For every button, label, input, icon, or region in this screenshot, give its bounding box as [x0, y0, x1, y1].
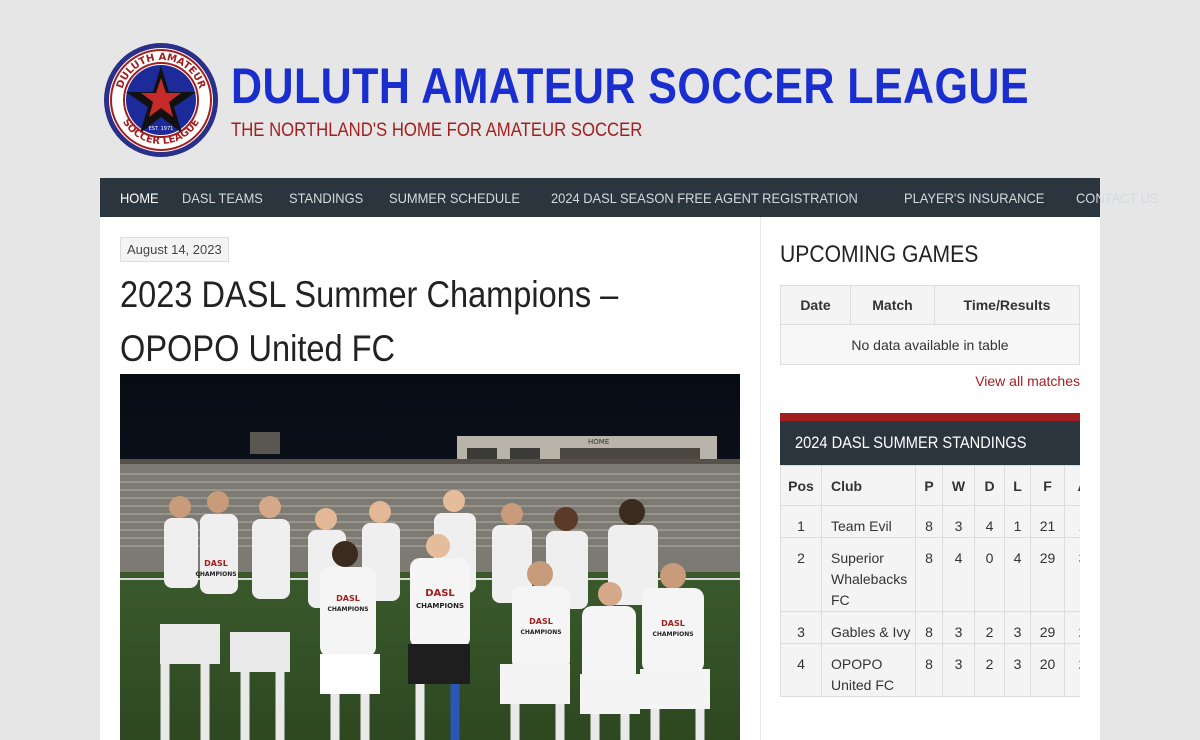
standings-cell: 2: [1064, 611, 1080, 644]
standings-col-club[interactable]: Club: [821, 465, 916, 506]
nav-item-dasl-teams[interactable]: DASL TEAMS: [182, 190, 263, 206]
standings-cell: 3: [942, 643, 975, 697]
standings-cell: 3: [942, 611, 975, 644]
shirt-badge-2: DASL: [336, 594, 360, 603]
standings-table: PosClubPWDLFA 1Team Evil83412112Superior…: [780, 465, 1080, 697]
standings-cell: 1: [1064, 505, 1080, 538]
post-date: August 14, 2023: [120, 237, 229, 262]
upcoming-games-table: Date Match Time/Results No data availabl…: [780, 285, 1080, 365]
standings-title: 2024 DASL SUMMER STANDINGS: [795, 433, 1027, 452]
post-image[interactable]: HOME DASL CHAMPIONS DASL CHAMPIONS DASL …: [120, 374, 740, 740]
view-all-matches-link[interactable]: View all matches: [780, 373, 1080, 389]
standings-cell: 4: [942, 537, 975, 612]
standings-cell: 2: [974, 611, 1005, 644]
standings-cell: 3: [1004, 643, 1031, 697]
col-time-results[interactable]: Time/Results: [934, 285, 1080, 325]
standings-col-p[interactable]: P: [915, 465, 943, 506]
shirt-text-1: CHAMPIONS: [195, 571, 236, 578]
club-name[interactable]: Superior Whalebacks FC: [821, 537, 916, 612]
standings-row[interactable]: 1Team Evil8341211: [780, 505, 1080, 538]
standings-cell: 1: [1004, 505, 1031, 538]
nav-item-contact-us[interactable]: CONTACT US: [1076, 190, 1159, 206]
standings-col-f[interactable]: F: [1030, 465, 1065, 506]
standings-cell: 8: [915, 611, 943, 644]
standings-cell: 8: [915, 537, 943, 612]
main-column: August 14, 2023 2023 DASL Summer Champio…: [120, 237, 740, 740]
standings-cell: 4: [1004, 537, 1031, 612]
standings-col-pos[interactable]: Pos: [780, 465, 822, 506]
building-sign: HOME: [588, 438, 609, 446]
standings-cell: 4: [780, 643, 822, 697]
sidebar: UPCOMING GAMES Date Match Time/Results N…: [780, 237, 1080, 697]
standings-col-d[interactable]: D: [974, 465, 1005, 506]
standings-col-a[interactable]: A: [1064, 465, 1080, 506]
standings-header: 2024 DASL SUMMER STANDINGS: [780, 413, 1080, 465]
standings-scroll[interactable]: PosClubPWDLFA 1Team Evil83412112Superior…: [780, 465, 1080, 697]
col-match[interactable]: Match: [850, 285, 935, 325]
standings-row[interactable]: 3Gables & Ivy8323292: [780, 611, 1080, 644]
nav-item-standings[interactable]: STANDINGS: [289, 190, 363, 206]
post-title[interactable]: 2023 DASL Summer Champions – OPOPO Unite…: [120, 268, 736, 376]
league-logo[interactable]: DULUTH AMATEUR SOCCER LEAGUE EST. 1971: [103, 42, 219, 158]
standings-cell: 2: [1064, 643, 1080, 697]
shirt-badge-1: DASL: [204, 559, 228, 568]
standings-cell: 1: [780, 505, 822, 538]
shirt-badge-5: DASL: [661, 619, 685, 628]
main-nav: HOME DASL TEAMS STANDINGS SUMMER SCHEDULE 20…: [100, 178, 1159, 217]
site-title[interactable]: DULUTH AMATEUR SOCCER LEAGUE: [231, 58, 1029, 114]
standings-cell: 8: [915, 505, 943, 538]
nav-item-player-s-insurance[interactable]: PLAYER'S INSURANCE: [904, 190, 1044, 206]
standings-cell: 20: [1030, 643, 1065, 697]
standings-cell: 29: [1030, 611, 1065, 644]
shirt-text-2: CHAMPIONS: [327, 606, 368, 613]
standings-widget: 2024 DASL SUMMER STANDINGS PosClubPWDLFA…: [780, 413, 1080, 697]
standings-col-w[interactable]: W: [942, 465, 975, 506]
team-photo: HOME DASL CHAMPIONS DASL CHAMPIONS DASL …: [120, 374, 740, 740]
standings-cell: 3: [1004, 611, 1031, 644]
standings-cell: 3: [1064, 537, 1080, 612]
standings-cell: 29: [1030, 537, 1065, 612]
standings-cell: 2: [974, 643, 1005, 697]
nav-item-home[interactable]: HOME: [120, 190, 159, 206]
standings-cell: 0: [974, 537, 1005, 612]
column-divider: [760, 217, 761, 740]
club-name[interactable]: Gables & Ivy: [821, 611, 916, 644]
col-date[interactable]: Date: [780, 285, 851, 325]
shirt-text-4: CHAMPIONS: [520, 629, 561, 636]
shirt-text-3: CHAMPIONS: [416, 602, 464, 610]
nav-item-summer-schedule[interactable]: SUMMER SCHEDULE: [389, 190, 520, 206]
site-tagline: THE NORTHLAND'S HOME FOR AMATEUR SOCCER: [231, 120, 643, 141]
club-name[interactable]: OPOPO United FC: [821, 643, 916, 697]
upcoming-games-title: UPCOMING GAMES: [780, 241, 979, 268]
empty-table-message: No data available in table: [780, 324, 1080, 365]
standings-cell: 4: [974, 505, 1005, 538]
shirt-text-5: CHAMPIONS: [652, 631, 693, 638]
standings-cell: 8: [915, 643, 943, 697]
shirt-badge-4: DASL: [529, 617, 553, 626]
nav-item-2024-dasl-season-free-agent-registration[interactable]: 2024 DASL SEASON FREE AGENT REGISTRATION: [551, 190, 858, 206]
standings-row[interactable]: 2Superior Whalebacks FC8404293: [780, 537, 1080, 612]
club-name[interactable]: Team Evil: [821, 505, 916, 538]
logo-est-text: EST. 1971: [149, 126, 174, 132]
shirt-badge-3: DASL: [425, 588, 455, 599]
standings-cell: 3: [942, 505, 975, 538]
content-area: August 14, 2023 2023 DASL Summer Champio…: [100, 217, 1100, 740]
standings-cell: 3: [780, 611, 822, 644]
standings-cell: 21: [1030, 505, 1065, 538]
site-header: DULUTH AMATEUR SOCCER LEAGUE EST. 1971 D…: [100, 40, 1100, 160]
standings-cell: 2: [780, 537, 822, 612]
standings-row[interactable]: 4OPOPO United FC8323202: [780, 643, 1080, 697]
standings-col-l[interactable]: L: [1004, 465, 1031, 506]
